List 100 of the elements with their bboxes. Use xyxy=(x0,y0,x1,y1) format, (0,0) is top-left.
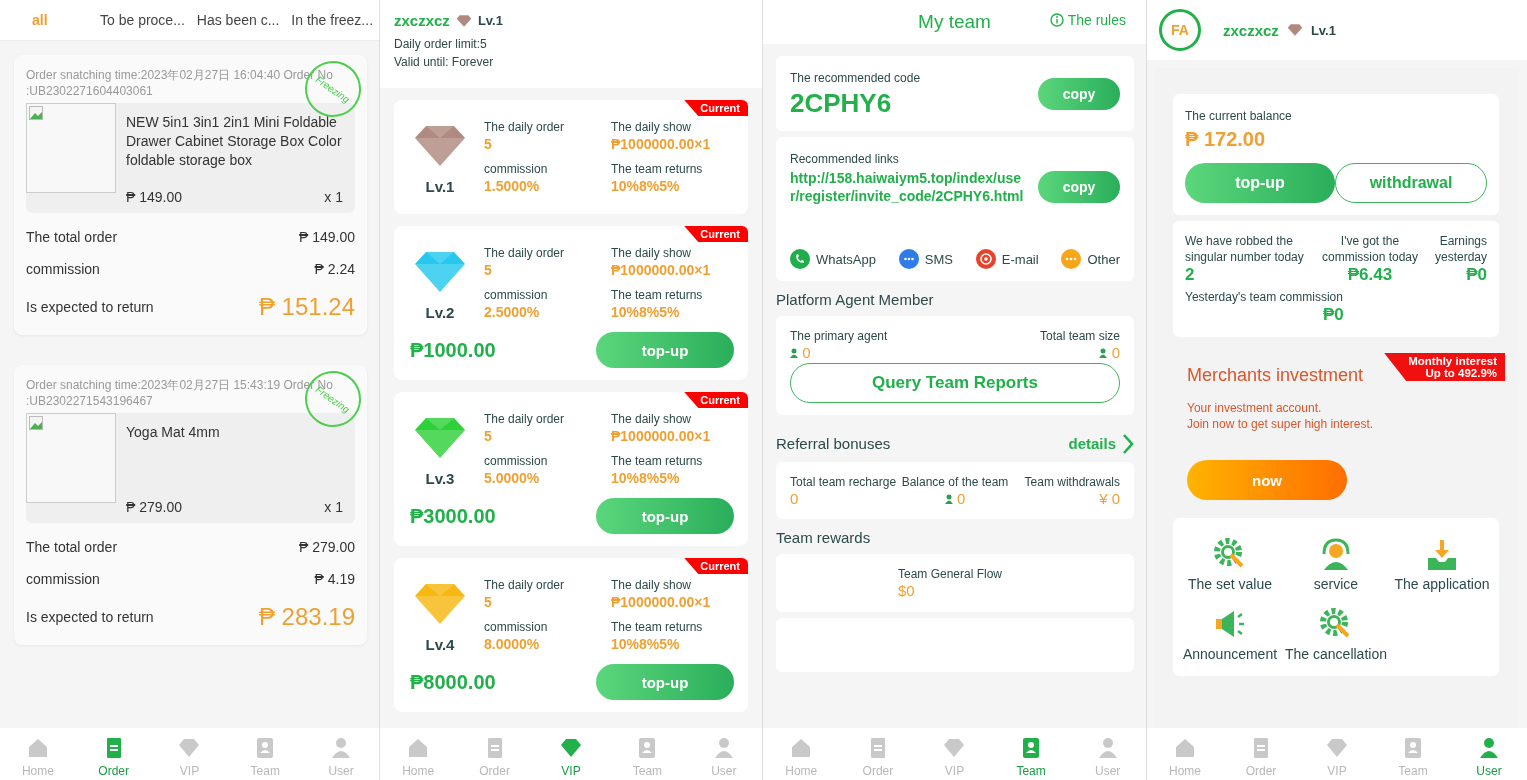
top-up-button[interactable]: top-up xyxy=(1185,163,1335,203)
chevron-right-icon xyxy=(1122,432,1134,455)
filter-tab[interactable]: To be proce... xyxy=(98,12,187,28)
nav-tab[interactable]: VIP xyxy=(151,728,228,780)
order-number: :UB2302271604403061 xyxy=(26,83,153,99)
home-icon xyxy=(1173,736,1197,760)
stat-value: 2.5000% xyxy=(484,304,541,320)
summary-label: Is expected to return xyxy=(26,609,154,625)
share-option[interactable]: Other xyxy=(1061,249,1120,269)
top-up-button[interactable]: top-up xyxy=(596,498,734,534)
nav-tab[interactable]: Team xyxy=(609,728,686,780)
product-price: ₱ 149.00 xyxy=(126,189,183,205)
balance-amount: ₱ 172.00 xyxy=(1185,128,1267,151)
nav-tab[interactable]: Order xyxy=(75,728,152,780)
nav-tab[interactable]: VIP xyxy=(1299,728,1375,780)
stat-label: The daily show xyxy=(611,120,693,134)
interest-ribbon: Monthly interest Up to 492.9% xyxy=(1384,353,1505,381)
nav-tab[interactable]: Order xyxy=(1223,728,1299,780)
filter-tab[interactable]: Has been c... xyxy=(194,12,282,28)
nav-tab[interactable]: User xyxy=(1069,728,1146,780)
level-price: ₱3000.00 xyxy=(410,504,496,528)
nav-tab[interactable]: Team xyxy=(1375,728,1451,780)
query-button[interactable]: Query Team Reports xyxy=(790,363,1120,403)
code-label: The recommended code xyxy=(790,70,921,86)
nav-tab[interactable]: User xyxy=(1451,728,1527,780)
investment-text: Your investment account. xyxy=(1187,400,1322,416)
level-name: Lv.4 xyxy=(425,636,455,653)
person-icon xyxy=(1099,348,1108,358)
stat-value: ₱1000000.00×1 xyxy=(611,428,711,444)
nav-tab[interactable]: Order xyxy=(839,728,917,780)
level-name: Lv.1 xyxy=(425,178,455,195)
nav-tab[interactable]: VIP xyxy=(916,728,993,780)
nav-tab[interactable]: Team xyxy=(227,728,304,780)
section-title: Referral bonuses xyxy=(776,435,891,452)
stat-label: The team returns xyxy=(611,162,704,176)
now-button[interactable]: now xyxy=(1187,460,1347,500)
menu-item[interactable]: The set value xyxy=(1177,536,1283,592)
agent-count: 0 xyxy=(1099,344,1120,361)
logo: FA xyxy=(1159,9,1201,51)
rules-link[interactable]: The rules xyxy=(1049,12,1126,28)
investment-text: Join now to get super high interest. xyxy=(1187,416,1374,432)
menu-item[interactable]: service xyxy=(1283,536,1389,592)
copy-button[interactable]: copy xyxy=(1038,77,1120,110)
share-option[interactable]: SMS xyxy=(898,249,953,269)
current-badge: Current xyxy=(684,100,748,116)
stat-label: Yesterday's team commission xyxy=(1185,289,1344,305)
menu-item[interactable]: The cancellation xyxy=(1283,606,1389,662)
balance-label: The current balance xyxy=(1185,108,1292,124)
broken-image-icon xyxy=(29,416,43,430)
agent-label: Total team size xyxy=(1039,328,1120,344)
stat-value: ₱1000000.00×1 xyxy=(611,136,711,152)
stat-label: I've got the commission today xyxy=(1320,233,1419,265)
user-level: Lv.1 xyxy=(477,13,503,28)
bonus-value: 0 xyxy=(944,490,966,507)
summary-label: The total order xyxy=(26,539,118,555)
product-quantity: x 1 xyxy=(324,189,343,205)
top-up-button[interactable]: top-up xyxy=(596,664,734,700)
summary-label: Is expected to return xyxy=(26,299,154,315)
flow-value: $0 xyxy=(898,582,916,599)
share-option[interactable]: E-mail xyxy=(975,249,1039,269)
filter-tab[interactable]: In the freez... xyxy=(289,12,376,28)
menu-item[interactable]: The application xyxy=(1389,536,1495,592)
info-icon xyxy=(1049,13,1064,27)
daily-limit: Daily order limit:5 xyxy=(394,36,488,53)
filter-tab[interactable]: all xyxy=(30,12,90,28)
nav-tab[interactable]: VIP xyxy=(532,728,610,780)
current-badge: Current xyxy=(684,226,748,242)
agent-count: 0 xyxy=(790,344,888,361)
nav-tab[interactable]: User xyxy=(685,728,762,780)
nav-tab[interactable]: Home xyxy=(0,728,76,780)
top-up-button[interactable]: top-up xyxy=(596,332,734,368)
level-price: ₱1000.00 xyxy=(410,338,496,362)
copy-button[interactable]: copy xyxy=(1038,171,1120,203)
nav-tab[interactable]: User xyxy=(303,728,379,780)
bonus-value: ¥ 0 xyxy=(1099,490,1120,507)
nav-tab[interactable]: Order xyxy=(456,728,533,780)
stat-label: commission xyxy=(484,288,549,302)
share-option[interactable]: WhatsApp xyxy=(790,249,876,269)
stat-label: Earnings yesterday xyxy=(1433,233,1487,265)
details-link[interactable]: details xyxy=(1068,432,1134,455)
stat-label: The team returns xyxy=(611,620,704,634)
summary-value: ₱ 279.00 xyxy=(298,539,355,555)
investment-title: Merchants investment xyxy=(1187,365,1364,386)
stat-value: ₱1000000.00×1 xyxy=(611,594,711,610)
menu-item[interactable]: Announcement xyxy=(1177,606,1283,662)
summary-value: ₱ 4.19 xyxy=(314,571,355,587)
stat-value: 5.0000% xyxy=(484,470,541,486)
withdrawal-button[interactable]: withdrawal xyxy=(1335,163,1487,203)
page-title: My team xyxy=(918,11,991,33)
broken-image-icon xyxy=(29,106,43,120)
stat-value: 10%8%5% xyxy=(611,178,681,194)
stat-value: 8.0000% xyxy=(484,636,541,652)
summary-label: commission xyxy=(26,571,100,587)
nav-tab[interactable]: Home xyxy=(1147,728,1223,780)
referral-code: 2CPHY6 xyxy=(790,88,893,119)
nav-tab[interactable]: Home xyxy=(763,728,840,780)
nav-tab[interactable]: Team xyxy=(992,728,1070,780)
diamond-icon xyxy=(1286,23,1303,37)
nav-tab[interactable]: Home xyxy=(380,728,457,780)
summary-value: ₱ 283.19 xyxy=(258,603,355,631)
